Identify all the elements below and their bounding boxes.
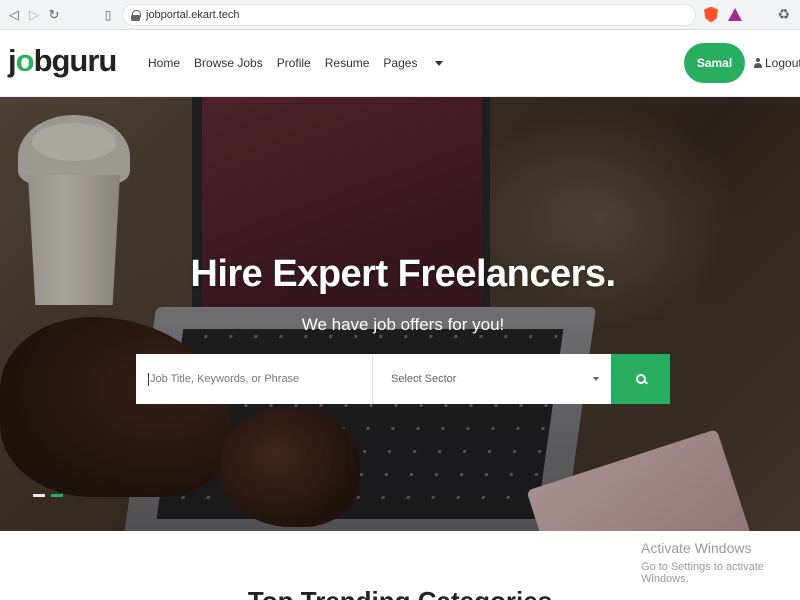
hero-banner: Hire Expert Freelancers. We have job off… xyxy=(0,97,800,531)
extensions-icon[interactable]: ♻ xyxy=(777,6,790,23)
section-title: Top Trending Categories xyxy=(0,586,800,600)
nav-profile[interactable]: Profile xyxy=(277,56,311,70)
browser-toolbar: ◁ ▷ ↻ ▯ jobportal.ekart.tech ♻ xyxy=(0,0,800,30)
sector-select[interactable]: Select Sector xyxy=(373,354,611,404)
search-button[interactable] xyxy=(611,354,670,404)
forward-icon[interactable]: ▷ xyxy=(24,5,44,25)
site-logo[interactable]: jobguru xyxy=(8,43,118,79)
slider-pagination xyxy=(33,494,63,497)
nav-resume[interactable]: Resume xyxy=(325,56,370,70)
keyword-placeholder: Job Title, Keywords, or Phrase xyxy=(150,373,300,385)
search-icon xyxy=(635,374,646,384)
lock-icon xyxy=(131,9,141,21)
nav-pages-dropdown[interactable]: Pages xyxy=(383,56,444,70)
windows-activation-title: Activate Windows xyxy=(641,540,752,556)
reload-icon[interactable]: ↻ xyxy=(44,5,64,25)
url-text: jobportal.ekart.tech xyxy=(146,8,240,21)
nav-home[interactable]: Home xyxy=(148,56,180,70)
hero-title: Hire Expert Freelancers. xyxy=(190,253,616,295)
job-search-form: Job Title, Keywords, or Phrase Select Se… xyxy=(136,354,670,404)
main-nav: Home Browse Jobs Profile Resume Pages xyxy=(148,56,457,70)
slide-dot-2[interactable] xyxy=(51,494,63,497)
logo-prefix: j xyxy=(8,43,17,78)
address-bar[interactable]: jobportal.ekart.tech xyxy=(122,3,696,26)
logout-link[interactable]: Logout xyxy=(754,56,800,70)
nav-pages-label: Pages xyxy=(383,56,418,70)
hero-subtitle: We have job offers for you! xyxy=(301,315,505,334)
brave-shield-icon[interactable] xyxy=(704,6,718,23)
bookmark-icon[interactable]: ▯ xyxy=(100,6,116,24)
caret-down-icon xyxy=(435,61,444,67)
logo-suffix: bguru xyxy=(33,43,118,78)
back-icon[interactable]: ◁ xyxy=(4,5,24,25)
text-cursor xyxy=(148,372,149,386)
site-header: jobguru Home Browse Jobs Profile Resume … xyxy=(0,31,800,97)
nav-browse-jobs[interactable]: Browse Jobs xyxy=(194,56,263,70)
windows-activation-subtitle: Go to Settings to activate Windows. xyxy=(641,561,764,585)
user-icon xyxy=(754,58,762,68)
dropdown-arrow-icon xyxy=(593,377,599,381)
slide-dot-1[interactable] xyxy=(33,494,45,497)
logo-accent: o xyxy=(15,43,35,78)
user-account-button[interactable]: Samal xyxy=(684,43,745,83)
sector-select-label: Select Sector xyxy=(391,373,457,385)
brave-rewards-icon[interactable] xyxy=(728,8,742,21)
logout-label: Logout xyxy=(765,56,800,70)
keyword-search-input[interactable]: Job Title, Keywords, or Phrase xyxy=(136,354,373,404)
